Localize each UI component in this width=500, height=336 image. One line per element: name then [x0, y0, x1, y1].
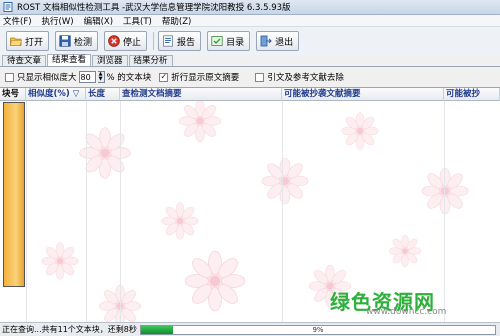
exit-door-icon [260, 35, 272, 47]
tab-results-view[interactable]: 结果查看 [47, 54, 92, 66]
filter-options: 只显示相似度大 80 ▲▼ % 的文本块 折行显示原文摘要 引文及参考文献去除 [0, 67, 500, 87]
progress-percent: 9% [312, 325, 324, 334]
exclude-references-label: 引文及参考文献去除 [267, 73, 344, 83]
similarity-threshold-input[interactable]: 80 [78, 71, 96, 83]
tab-bar: 待查文章 结果查看 浏览器 结果分析 [0, 54, 500, 67]
column-header-length[interactable]: 长度 [86, 88, 120, 101]
stop-button[interactable]: 停止 [104, 31, 148, 51]
exclude-references-checkbox[interactable] [255, 72, 265, 82]
column-divider [282, 101, 283, 322]
folder-open-icon [10, 37, 22, 46]
column-header-source-truncated[interactable]: 可能被抄 [444, 88, 500, 101]
fold-display-label: 折行显示原文摘要 [171, 73, 240, 83]
toolbar-separator [153, 32, 155, 50]
show-similarity-label: 只显示相似度大 [17, 73, 77, 83]
selected-row-marker[interactable] [3, 102, 25, 287]
menu-file[interactable]: 文件(F) [3, 15, 32, 27]
stop-label: 停止 [123, 37, 142, 48]
menu-bar: 文件(F) 执行(W) 编辑(X) 工具(T) 帮助(Z) [0, 15, 500, 27]
catalog-icon [211, 36, 223, 46]
table-header: 块号 相似度(%) ▽ 长度 查检测文档摘要 可能被抄袭文献摘要 可能被抄 [0, 88, 500, 101]
toolbar: 打开 检测 停止 报告 目录 退出 [0, 27, 500, 55]
column-divider [26, 101, 27, 322]
exit-label: 退出 [275, 37, 294, 48]
save-disk-icon [59, 35, 71, 47]
spinner-arrows-icon[interactable]: ▲ ▼ [97, 71, 105, 83]
catalog-label: 目录 [226, 37, 245, 48]
detect-button[interactable]: 检测 [55, 31, 99, 51]
tab-pending-articles[interactable]: 待查文章 [2, 55, 47, 66]
column-header-block-no[interactable]: 块号 [0, 88, 26, 101]
stop-icon [108, 35, 120, 47]
exit-button[interactable]: 退出 [256, 31, 300, 51]
report-button[interactable]: 报告 [158, 31, 202, 51]
column-divider [86, 101, 87, 322]
menu-edit[interactable]: 编辑(X) [84, 15, 113, 27]
show-similarity-checkbox[interactable] [5, 72, 14, 82]
column-header-checked-doc-summary[interactable]: 查检测文档摘要 [120, 88, 282, 101]
status-text: 正在查询...共有11个文本块，还剩8秒 [2, 325, 137, 334]
fold-display-checkbox[interactable] [159, 72, 169, 82]
window-title: ROST 文档相似性检测工具 -武汉大学信息管理学院沈阳教授 6.3.5.93版 [17, 3, 291, 13]
scan-progress-bar: 9% [140, 324, 496, 335]
open-button[interactable]: 打开 [6, 31, 50, 51]
column-divider [444, 101, 445, 322]
report-document-icon [163, 35, 173, 47]
status-bar: 正在查询...共有11个文本块，还剩8秒 9% [0, 322, 500, 336]
column-header-similarity[interactable]: 相似度(%) ▽ [26, 88, 86, 101]
column-divider [120, 101, 121, 322]
detect-label: 检测 [74, 37, 93, 48]
tab-results-analysis[interactable]: 结果分析 [128, 55, 173, 66]
title-bar[interactable]: ROST 文档相似性检测工具 -武汉大学信息管理学院沈阳教授 6.3.5.93版 [0, 0, 500, 15]
percent-text-label: % 的文本块 [106, 73, 152, 83]
open-label: 打开 [25, 37, 44, 48]
menu-run[interactable]: 执行(W) [42, 15, 74, 27]
report-label: 报告 [177, 37, 196, 48]
menu-tools[interactable]: 工具(T) [123, 15, 152, 27]
menu-help[interactable]: 帮助(Z) [162, 15, 191, 27]
catalog-button[interactable]: 目录 [207, 31, 251, 51]
app-icon [3, 2, 13, 12]
column-header-source-doc-summary[interactable]: 可能被抄袭文献摘要 [282, 88, 444, 101]
tab-browser[interactable]: 浏览器 [92, 55, 128, 66]
watermark-url: www.downcc.com [366, 307, 447, 317]
sort-down-icon: ▽ [72, 89, 80, 99]
